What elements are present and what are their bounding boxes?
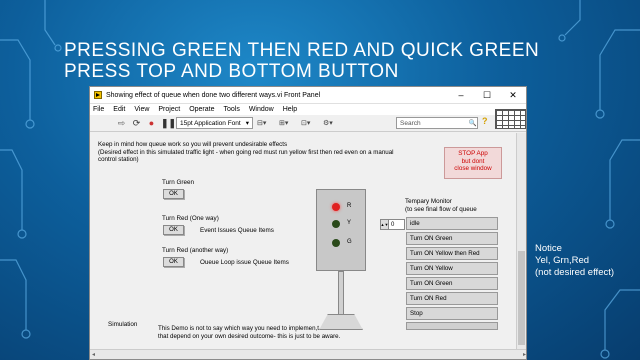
menu-file[interactable]: File: [93, 106, 104, 113]
maximize-button[interactable]: ☐: [474, 90, 500, 101]
red-lamp-label: R: [347, 203, 352, 209]
queue-note: Oueue Loop issue Queue Items: [200, 259, 289, 266]
stop-label: STOP App: [458, 150, 488, 157]
stop-label: close window: [454, 165, 492, 172]
stop-app-button[interactable]: STOP App but dont close window: [444, 147, 502, 179]
front-panel: Keep in mind how queue work so you will …: [90, 133, 518, 351]
intro-line: (Desired effect in this simulated traffi…: [98, 148, 394, 156]
simulation-label: Simulation: [108, 321, 138, 328]
yellow-lamp: [332, 220, 340, 228]
resize-objects-icon[interactable]: ⊡▾: [301, 119, 319, 127]
list-item[interactable]: idle: [406, 217, 498, 230]
menu-window[interactable]: Window: [249, 106, 274, 113]
turn-red-other-button[interactable]: OK: [163, 257, 184, 267]
chevron-down-icon: ▾: [245, 120, 249, 127]
distribute-objects-icon[interactable]: ⊞▾: [279, 119, 297, 127]
footer-line: that depend on your own desired outcome-…: [158, 332, 341, 340]
pause-icon[interactable]: ❚❚: [161, 118, 176, 129]
green-lamp-label: G: [347, 239, 352, 245]
green-lamp: [332, 239, 340, 247]
turn-red-one-label: Turn Red (One way): [162, 215, 219, 222]
minimize-button[interactable]: –: [448, 90, 474, 101]
scroll-thumb[interactable]: [518, 251, 525, 345]
traffic-light-housing: R Y G: [316, 189, 366, 271]
run-arrow-icon[interactable]: ⇨: [116, 118, 127, 129]
slide-title: Pressing green then red and quick green …: [64, 40, 540, 82]
intro-text: Keep in mind how queue work so you will …: [98, 141, 448, 164]
font-select-value: 15pt Application Font: [180, 119, 241, 127]
monitor-title-line: (to see final flow of queue: [405, 205, 477, 213]
horizontal-scrollbar[interactable]: ◂ ▸: [90, 349, 526, 359]
notice-line: Yel, Grn,Red: [535, 255, 590, 266]
menu-view[interactable]: View: [134, 106, 149, 113]
footer-text: This Demo is not to say which way you ne…: [158, 325, 418, 340]
notice-line: Notice: [535, 243, 562, 254]
labview-app-icon: [94, 91, 102, 99]
list-item[interactable]: [406, 322, 498, 330]
menu-tools[interactable]: Tools: [223, 106, 239, 113]
event-note: Event Issues Queue Items: [200, 227, 274, 234]
array-index-control[interactable]: ▲▼ 0: [380, 219, 405, 230]
list-item[interactable]: Turn ON Yellow then Red: [406, 247, 498, 260]
font-select[interactable]: 15pt Application Font ▾: [176, 117, 253, 129]
search-placeholder: Search: [400, 119, 421, 127]
queue-monitor-list: idle Turn ON Green Turn ON Yellow then R…: [406, 217, 498, 332]
turn-green-button[interactable]: OK: [163, 189, 184, 199]
context-help-icon[interactable]: ?: [482, 116, 488, 126]
array-index-value[interactable]: 0: [389, 222, 394, 228]
list-item[interactable]: Turn ON Green: [406, 232, 498, 245]
turn-red-other-label: Turn Red (another way): [162, 247, 229, 254]
reorder-icon[interactable]: ⚙▾: [323, 119, 341, 127]
close-button[interactable]: ✕: [500, 90, 526, 101]
traffic-light-pole: [338, 271, 344, 315]
index-spinner-icon[interactable]: ▲▼: [381, 220, 389, 229]
search-icon[interactable]: 🔍: [469, 119, 477, 127]
menu-operate[interactable]: Operate: [189, 106, 214, 113]
notice-line: (not desired effect): [535, 267, 615, 278]
list-item[interactable]: Stop: [406, 307, 498, 320]
window-title: Showing effect of queue when done two di…: [106, 91, 321, 99]
list-item[interactable]: Turn ON Green: [406, 277, 498, 290]
window-titlebar: Showing effect of queue when done two di…: [90, 87, 526, 104]
align-objects-icon[interactable]: ⊟▾: [257, 119, 275, 127]
menu-edit[interactable]: Edit: [113, 106, 125, 113]
red-lamp: [332, 203, 340, 211]
monitor-title-line: Tempary Monitor: [405, 198, 452, 205]
scroll-right-icon[interactable]: ▸: [523, 351, 526, 358]
run-continuously-icon[interactable]: ⟳: [131, 118, 142, 129]
footer-line: This Demo is not to say which way you ne…: [158, 325, 319, 332]
stop-label: but dont: [461, 157, 485, 165]
turn-red-one-button[interactable]: OK: [163, 225, 184, 235]
monitor-title: Tempary Monitor (to see final flow of qu…: [405, 198, 477, 213]
intro-line: Keep in mind how queue work so you will …: [98, 141, 288, 148]
notice-text: Notice Yel, Grn,Red (not desired effect): [535, 243, 635, 279]
labview-window: Showing effect of queue when done two di…: [89, 86, 527, 360]
toolbar: ⇨ ⟳ ● ❚❚ 15pt Application Font ▾ ⊟▾ ⊞▾ ⊡…: [90, 115, 526, 132]
list-item[interactable]: Turn ON Red: [406, 292, 498, 305]
vertical-scrollbar[interactable]: [516, 133, 526, 351]
connector-pane-icon[interactable]: [495, 109, 526, 129]
yellow-lamp-label: Y: [347, 220, 352, 226]
turn-green-label: Turn Green: [162, 179, 194, 186]
search-input[interactable]: Search 🔍: [396, 117, 478, 129]
intro-line: control station): [98, 156, 139, 163]
menu-bar: File Edit View Project Operate Tools Win…: [90, 104, 526, 115]
menu-help[interactable]: Help: [283, 106, 297, 113]
list-item[interactable]: Turn ON Yellow: [406, 262, 498, 275]
abort-icon[interactable]: ●: [146, 118, 157, 128]
menu-project[interactable]: Project: [158, 106, 180, 113]
scroll-left-icon[interactable]: ◂: [92, 351, 95, 358]
